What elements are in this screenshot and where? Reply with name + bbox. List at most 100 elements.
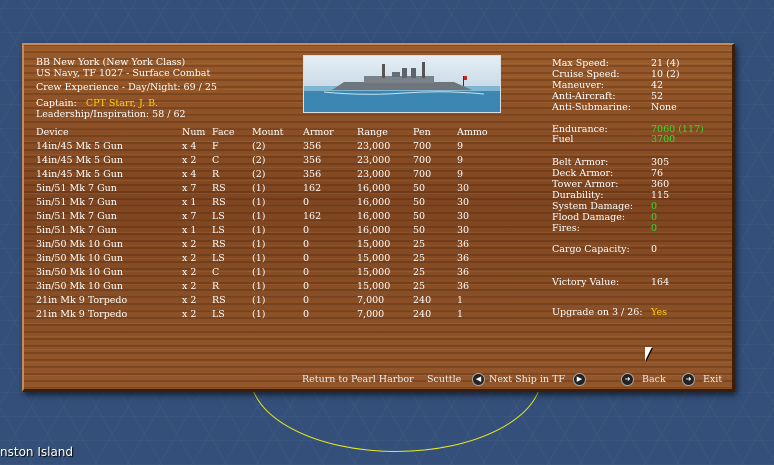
weapon-row[interactable]: 3in/50 Mk 10 Gun x 2 R (1) 0 15,000 25 36 bbox=[24, 281, 504, 295]
crew-experience-label: Crew Experience - Day/Night: bbox=[36, 82, 181, 93]
weapon-row[interactable]: 3in/50 Mk 10 Gun x 2 C (1) 0 15,000 25 36 bbox=[24, 267, 504, 281]
battleship-image bbox=[304, 62, 500, 112]
weapon-row[interactable]: 5in/51 Mk 7 Gun x 7 RS (1) 162 16,000 50 30 bbox=[24, 183, 504, 197]
weapon-face: RS bbox=[212, 183, 226, 194]
weapon-face: F bbox=[212, 141, 219, 152]
weapon-row[interactable]: 5in/51 Mk 7 Gun x 1 LS (1) 0 16,000 50 30 bbox=[24, 225, 504, 239]
durability-value: 115 bbox=[651, 190, 670, 201]
weapon-mount: (1) bbox=[252, 183, 266, 194]
anti-aircraft-value: 52 bbox=[651, 91, 664, 102]
weapon-range: 16,000 bbox=[357, 211, 391, 222]
weapon-row[interactable]: 14in/45 Mk 5 Gun x 4 F (2) 356 23,000 700 9 bbox=[24, 141, 504, 155]
weapon-range: 15,000 bbox=[357, 267, 391, 278]
crew-experience-value: 69 / 25 bbox=[183, 82, 217, 93]
weapon-row[interactable]: 21in Mk 9 Torpedo x 2 RS (1) 0 7,000 240 1 bbox=[24, 295, 504, 309]
weapon-device: 5in/51 Mk 7 Gun bbox=[36, 211, 117, 222]
weapon-face: LS bbox=[212, 253, 225, 264]
weapon-range: 23,000 bbox=[357, 169, 391, 180]
flood-damage-value: 0 bbox=[651, 212, 658, 223]
leadership-value: 58 / 62 bbox=[152, 109, 186, 120]
next-ship-button[interactable]: ◀ Next Ship in TF ▶ bbox=[472, 373, 586, 386]
weapon-ammo: 9 bbox=[457, 155, 464, 166]
weapon-num: x 2 bbox=[182, 239, 197, 250]
weapon-pen: 25 bbox=[413, 267, 426, 278]
weapon-row[interactable]: 21in Mk 9 Torpedo x 2 LS (1) 0 7,000 240 1 bbox=[24, 309, 504, 323]
weapon-mount: (1) bbox=[252, 197, 266, 208]
cargo-capacity-label: Cargo Capacity: bbox=[552, 244, 630, 255]
weapon-num: x 2 bbox=[182, 155, 197, 166]
upgrade-value[interactable]: Yes bbox=[651, 307, 667, 318]
weapon-pen: 50 bbox=[413, 183, 426, 194]
weapon-mount: (1) bbox=[252, 253, 266, 264]
weapon-mount: (1) bbox=[252, 211, 266, 222]
weapon-armor: 0 bbox=[303, 309, 310, 320]
mouse-cursor-icon bbox=[645, 347, 652, 361]
weapon-pen: 50 bbox=[413, 225, 426, 236]
weapon-range: 7,000 bbox=[357, 295, 385, 306]
weapon-mount: (2) bbox=[252, 169, 266, 180]
weapon-pen: 50 bbox=[413, 211, 426, 222]
anti-submarine-value: None bbox=[651, 102, 677, 113]
header-device: Device bbox=[36, 127, 69, 138]
weapon-armor: 356 bbox=[303, 141, 322, 152]
return-to-base-button[interactable]: Return to Pearl Harbor bbox=[302, 374, 414, 385]
weapon-ammo: 36 bbox=[457, 267, 470, 278]
anti-aircraft-label: Anti-Aircraft: bbox=[552, 91, 616, 102]
weapon-device: 3in/50 Mk 10 Gun bbox=[36, 267, 123, 278]
weapon-pen: 700 bbox=[413, 141, 432, 152]
header-mount: Mount bbox=[252, 127, 284, 138]
back-label: Back bbox=[642, 374, 666, 385]
weapon-mount: (1) bbox=[252, 225, 266, 236]
anti-submarine-label: Anti-Submarine: bbox=[552, 102, 631, 113]
fuel-value: 3700 bbox=[651, 134, 676, 145]
tower-armor-label: Tower Armor: bbox=[552, 179, 619, 190]
weapon-row[interactable]: 5in/51 Mk 7 Gun x 7 LS (1) 162 16,000 50 30 bbox=[24, 211, 504, 225]
chevron-right-icon[interactable]: ▶ bbox=[573, 373, 586, 386]
weapon-ammo: 1 bbox=[457, 295, 464, 306]
weapon-face: LS bbox=[212, 309, 225, 320]
weapon-armor: 356 bbox=[303, 169, 322, 180]
weapon-device: 14in/45 Mk 5 Gun bbox=[36, 169, 123, 180]
weapon-num: x 2 bbox=[182, 309, 197, 320]
leadership-label: Leadership/Inspiration: bbox=[36, 109, 150, 120]
captain-label: Captain: bbox=[36, 98, 77, 109]
weapon-ammo: 9 bbox=[457, 141, 464, 152]
weapon-row[interactable]: 3in/50 Mk 10 Gun x 2 LS (1) 0 15,000 25 36 bbox=[24, 253, 504, 267]
weapon-mount: (1) bbox=[252, 309, 266, 320]
weapon-pen: 700 bbox=[413, 169, 432, 180]
weapon-row[interactable]: 14in/45 Mk 5 Gun x 4 R (2) 356 23,000 700 9 bbox=[24, 169, 504, 183]
cruise-speed-label: Cruise Speed: bbox=[552, 69, 620, 80]
durability-label: Durability: bbox=[552, 190, 604, 201]
max-speed-label: Max Speed: bbox=[552, 58, 609, 69]
ship-name: BB New York (New York Class) bbox=[36, 57, 186, 68]
weapon-range: 16,000 bbox=[357, 183, 391, 194]
weapon-ammo: 30 bbox=[457, 197, 470, 208]
weapon-row[interactable]: 5in/51 Mk 7 Gun x 1 RS (1) 0 16,000 50 30 bbox=[24, 197, 504, 211]
belt-armor-label: Belt Armor: bbox=[552, 157, 609, 168]
scuttle-button[interactable]: Scuttle bbox=[427, 374, 461, 385]
captain-name[interactable]: CPT Starr, J. B. bbox=[86, 98, 158, 109]
weapon-num: x 7 bbox=[182, 211, 197, 222]
weapon-num: x 2 bbox=[182, 295, 197, 306]
weapon-armor: 0 bbox=[303, 239, 310, 250]
weapon-face: RS bbox=[212, 197, 226, 208]
weapon-num: x 2 bbox=[182, 267, 197, 278]
weapon-num: x 1 bbox=[182, 197, 197, 208]
weapon-device: 3in/50 Mk 10 Gun bbox=[36, 253, 123, 264]
weapon-range: 15,000 bbox=[357, 253, 391, 264]
map-location-label: nston Island bbox=[0, 445, 74, 459]
weapon-row[interactable]: 14in/45 Mk 5 Gun x 2 C (2) 356 23,000 700 9 bbox=[24, 155, 504, 169]
back-button[interactable]: ➜ Back bbox=[621, 373, 666, 386]
victory-value-value: 164 bbox=[651, 277, 670, 288]
crew-experience: Crew Experience - Day/Night: 69 / 25 bbox=[36, 82, 217, 93]
weapon-device: 5in/51 Mk 7 Gun bbox=[36, 225, 117, 236]
chevron-left-icon[interactable]: ◀ bbox=[472, 373, 485, 386]
weapon-armor: 162 bbox=[303, 211, 322, 222]
weapon-row[interactable]: 3in/50 Mk 10 Gun x 2 RS (1) 0 15,000 25 36 bbox=[24, 239, 504, 253]
tower-armor-value: 360 bbox=[651, 179, 670, 190]
fires-label: Fires: bbox=[552, 223, 580, 234]
weapon-device: 5in/51 Mk 7 Gun bbox=[36, 197, 117, 208]
ship-affiliation: US Navy, TF 1027 - Surface Combat bbox=[36, 68, 211, 79]
victory-value-label: Victory Value: bbox=[552, 277, 620, 288]
exit-button[interactable]: ➜ Exit bbox=[682, 373, 722, 386]
